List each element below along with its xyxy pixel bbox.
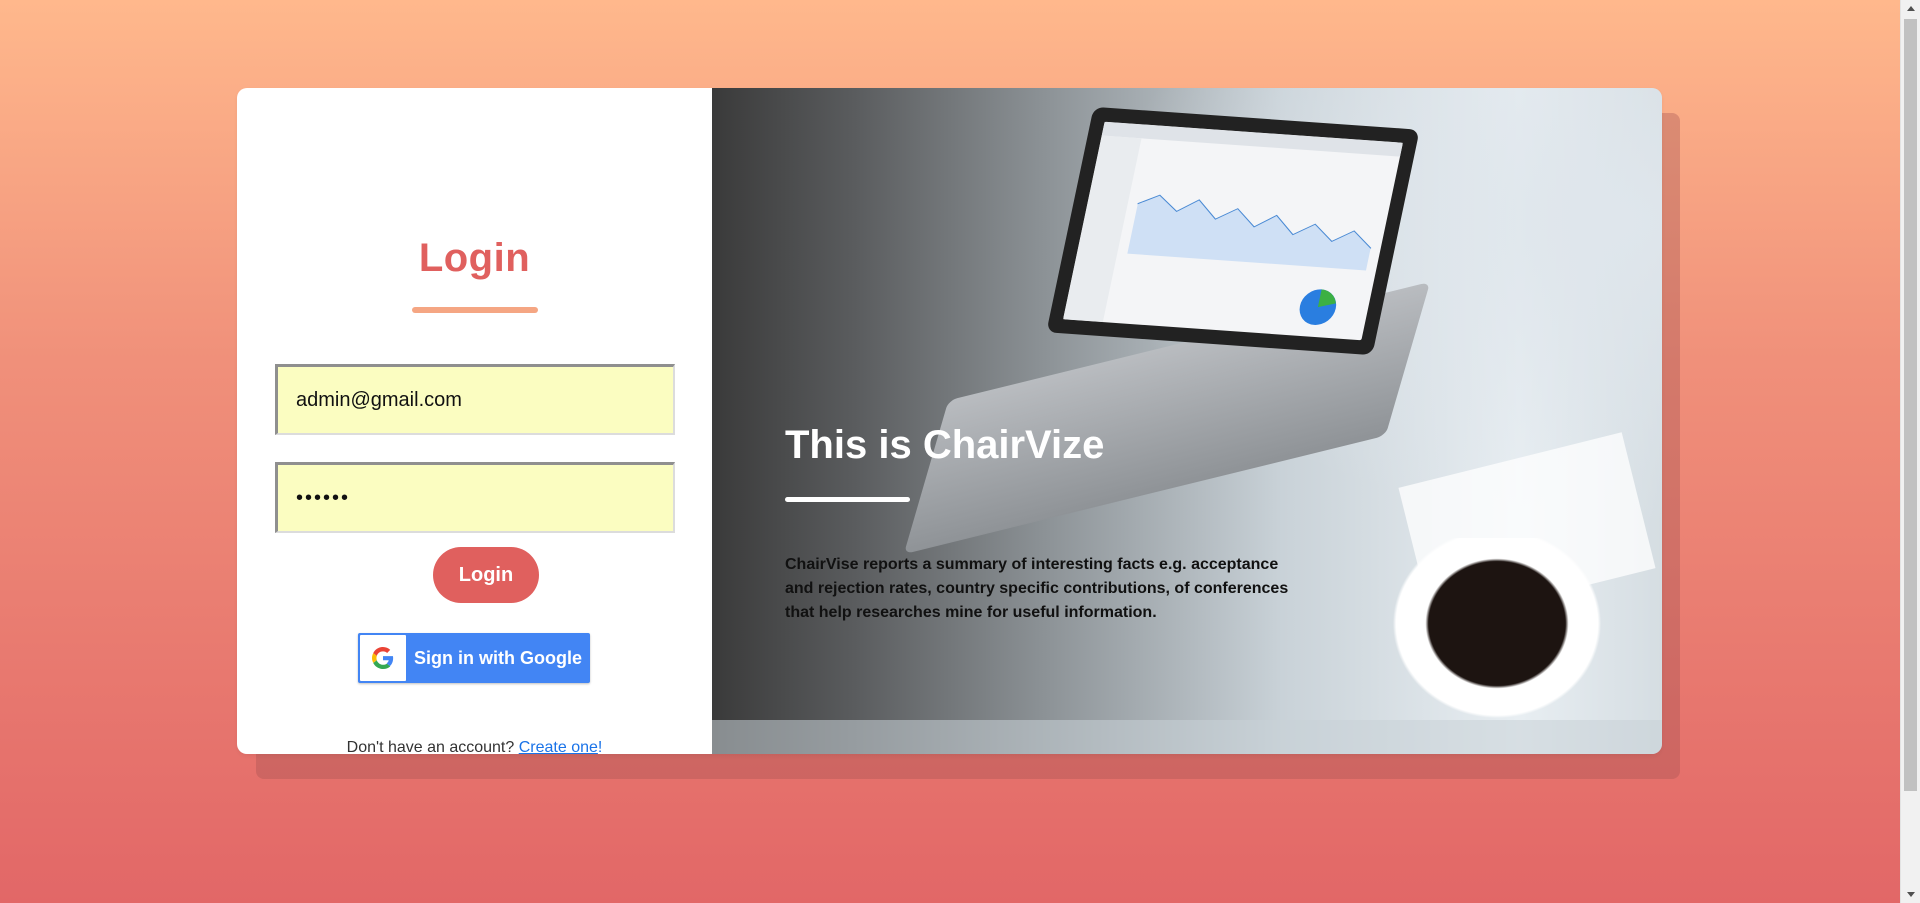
- login-card: Login Login Sign in with Google Don't ha…: [237, 88, 1662, 754]
- scrollbar-thumb[interactable]: [1904, 19, 1917, 791]
- scroll-down-icon[interactable]: [1901, 886, 1920, 903]
- create-account-link[interactable]: Create one: [519, 739, 598, 754]
- email-field[interactable]: [275, 364, 675, 435]
- signup-suffix: !: [597, 739, 603, 754]
- page-title: Login: [418, 236, 531, 280]
- google-logo-icon: [360, 635, 406, 681]
- hero-underline: [785, 497, 910, 502]
- login-button[interactable]: Login: [433, 547, 539, 603]
- hero-image-coffee-mug: [1382, 538, 1612, 728]
- hero-title: This is ChairVize: [785, 423, 1105, 467]
- scroll-up-icon[interactable]: [1901, 0, 1920, 17]
- password-field[interactable]: [275, 462, 675, 533]
- google-button-label: Sign in with Google: [414, 647, 582, 668]
- title-underline: [412, 307, 538, 313]
- hero-panel: This is ChairVize ChairVise reports a su…: [712, 88, 1662, 754]
- hero-image-laptop: [1046, 106, 1420, 356]
- google-signin-button[interactable]: Sign in with Google: [358, 633, 590, 683]
- hero-description: ChairVise reports a summary of interesti…: [785, 556, 1289, 621]
- signup-prompt: Don't have an account?: [346, 739, 519, 754]
- signup-prompt-row: Don't have an account? Create one!: [237, 739, 712, 754]
- login-panel: Login Login Sign in with Google Don't ha…: [237, 88, 712, 754]
- vertical-scrollbar[interactable]: [1900, 0, 1920, 903]
